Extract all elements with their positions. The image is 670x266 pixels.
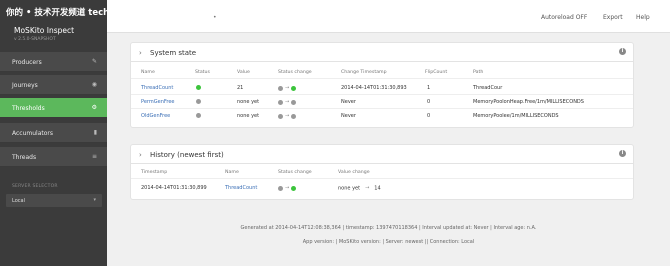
flipcount-cell: 0 (427, 99, 431, 105)
status-indicator (196, 85, 201, 91)
list-icon: ≡ (91, 153, 97, 160)
footer-generated: Generated at 2014-04-14T12:08:38,364 | t… (240, 225, 537, 231)
eye-icon: ◉ (91, 81, 97, 88)
sidebar-item-producers[interactable]: Producers ✎ (0, 52, 107, 72)
timestamp-cell: 2014-04-14T01:31:30,893 (341, 85, 407, 91)
server-selector-label: SERVER SELECTOR (12, 184, 58, 189)
server-select[interactable]: Local ▾ (6, 194, 102, 207)
watermark-text: 你的 • 技术开发频道 tech.it168.com (6, 8, 161, 18)
autoreload-toggle[interactable]: Autoreload OFF (541, 14, 587, 21)
table-header-row: Name Status Value Status change Change T… (131, 68, 633, 79)
value-change: none yet → 14 (338, 185, 381, 192)
sidebar-item-label: Thresholds (12, 105, 45, 112)
column-header: Value (237, 70, 250, 75)
chevron-down-icon: ▾ (93, 197, 96, 203)
sidebar-item-label: Threads (12, 154, 37, 161)
app-name: MoSKito Inspect (14, 26, 75, 35)
footer-versions: App version: | MoSKito version: | Server… (302, 239, 475, 245)
column-header: Value change (338, 170, 370, 175)
panel-title: System state (150, 49, 197, 57)
value-cell: none yet (237, 99, 260, 105)
threshold-name-link[interactable]: OldGenFree (141, 113, 170, 119)
column-header: Change Timestamp (341, 70, 387, 75)
sidebar: MoSKito Inspect v 2.5.0-SNAPSHOT Produce… (0, 0, 107, 266)
sidebar-item-label: Journeys (12, 82, 38, 89)
timestamp-cell: Never (341, 113, 356, 119)
table-row: 2014-04-14T01:31:30,899 ThreadCount → no… (131, 182, 633, 195)
status-change: → (278, 85, 297, 92)
column-header: Status change (278, 70, 312, 75)
threshold-name-link[interactable]: PermGenFree (141, 99, 174, 105)
table-row: OldGenFree none yet → Never 0 MemoryPool… (131, 110, 633, 123)
column-header: Timestamp (141, 170, 168, 175)
info-icon[interactable]: i (619, 150, 626, 157)
sidebar-item-label: Producers (12, 59, 42, 66)
system-state-panel: › System state i Name Status Value Statu… (130, 42, 634, 128)
top-bar: • Autoreload OFF Export Help (107, 0, 670, 33)
value-cell: none yet (237, 113, 260, 119)
system-state-header[interactable]: › System state i (131, 43, 633, 62)
server-select-value: Local (12, 198, 25, 204)
panel-title: History (newest first) (150, 151, 224, 159)
flipcount-cell: 0 (427, 113, 431, 119)
sidebar-item-accumulators[interactable]: Accumulators ▮ (0, 123, 107, 143)
table-header-row: Timestamp Name Status change Value chang… (131, 168, 633, 179)
gear-icon: ⚙ (91, 104, 97, 111)
chevron-right-icon: › (139, 49, 142, 57)
sidebar-item-threads[interactable]: Threads ≡ (0, 147, 107, 167)
history-panel: › History (newest first) i Timestamp Nam… (130, 144, 634, 200)
status-indicator (196, 99, 201, 105)
column-header: Status (195, 70, 210, 75)
column-header: Name (141, 70, 155, 75)
status-change: → (278, 185, 297, 192)
sidebar-item-label: Accumulators (12, 130, 54, 137)
path-cell: MemoryPoolonHeap.Free/1m/MILLISECONDS (473, 99, 584, 105)
path-cell: ThreadCour (473, 85, 503, 91)
sidebar-item-journeys[interactable]: Journeys ◉ (0, 75, 107, 95)
column-header: Status change (278, 170, 312, 175)
flipcount-cell: 1 (427, 85, 431, 91)
sidebar-item-thresholds[interactable]: Thresholds ⚙ (0, 98, 107, 118)
status-change: → (278, 99, 297, 106)
app-version: v 2.5.0-SNAPSHOT (14, 37, 56, 42)
column-header: Name (225, 170, 239, 175)
table-row: PermGenFree none yet → Never 0 MemoryPoo… (131, 96, 633, 109)
timestamp-cell: 2014-04-14T01:31:30,899 (141, 185, 207, 191)
dot-icon: • (213, 14, 217, 21)
value-cell: 21 (237, 85, 244, 91)
threshold-name-link[interactable]: ThreadCount (141, 85, 173, 91)
table-row: ThreadCount 21 → 2014-04-14T01:31:30,893… (131, 82, 633, 95)
history-header[interactable]: › History (newest first) i (131, 145, 633, 164)
column-header: Path (473, 70, 484, 75)
export-link[interactable]: Export (603, 14, 623, 21)
column-header: FlipCount (425, 70, 448, 75)
path-cell: MemoryPoolee/1m/MILLISECONDS (473, 113, 559, 119)
status-indicator (196, 113, 201, 119)
info-icon[interactable]: i (619, 48, 626, 55)
chevron-right-icon: › (139, 151, 142, 159)
bar-chart-icon: ▮ (93, 129, 97, 136)
status-change: → (278, 113, 297, 120)
threshold-name-link[interactable]: ThreadCount (225, 185, 257, 191)
timestamp-cell: Never (341, 99, 356, 105)
help-link[interactable]: Help (636, 14, 650, 21)
wrench-icon: ✎ (91, 58, 97, 65)
